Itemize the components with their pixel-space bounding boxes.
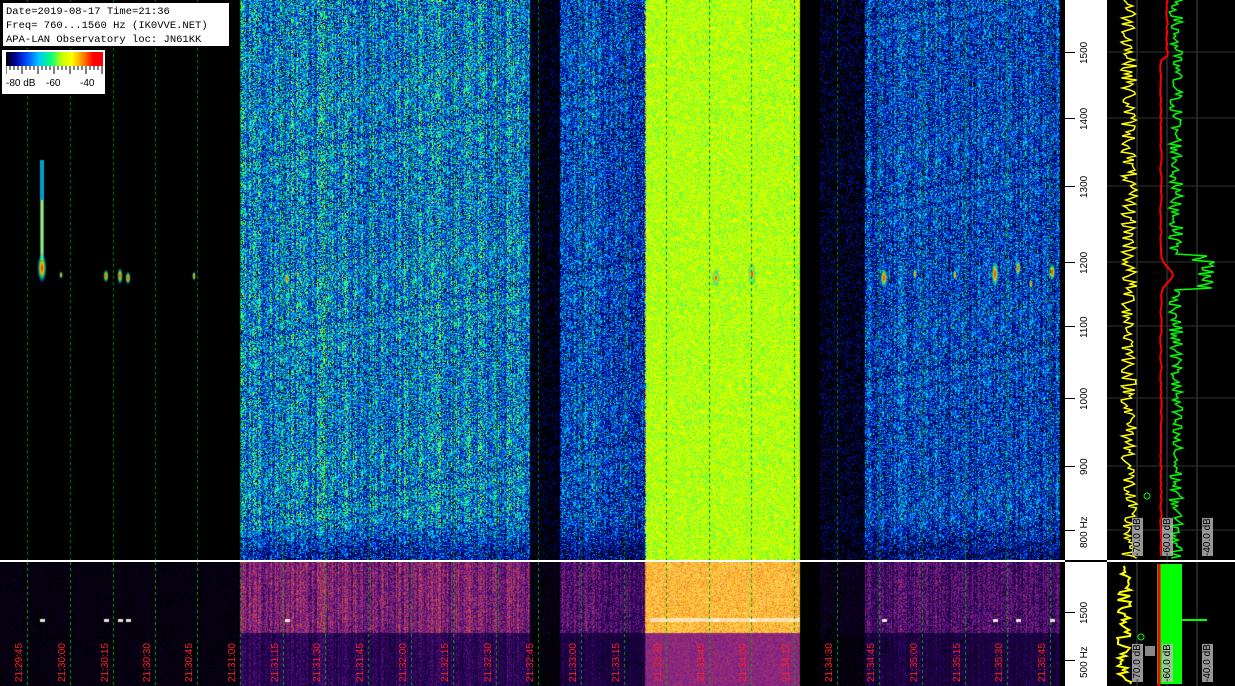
freq-axis-divider bbox=[1065, 560, 1107, 562]
scale-label-max: -40 bbox=[80, 78, 95, 89]
freq-tick-label: 500 Hz bbox=[1079, 646, 1090, 678]
freq-tick-label: 1000 bbox=[1079, 387, 1090, 410]
time-label: 21:34:30 bbox=[824, 643, 835, 682]
time-label: 21:32:45 bbox=[525, 643, 536, 682]
info-observatory: APA-LAN Observatory loc: JN61KK bbox=[6, 34, 202, 46]
freq-tick bbox=[1065, 660, 1075, 661]
info-date-time: Date=2019-08-17 Time=21:36 bbox=[6, 6, 170, 18]
time-label: 21:31:45 bbox=[355, 643, 366, 682]
time-label: 21:30:15 bbox=[100, 643, 111, 682]
spectrum-db-label-bottom: -40.0 dB bbox=[1202, 644, 1213, 682]
time-label: 21:33:15 bbox=[611, 643, 622, 682]
time-label: 21:33:30 bbox=[653, 643, 664, 682]
freq-tick-label: 800 Hz bbox=[1079, 516, 1090, 548]
grey-box-icon bbox=[1145, 646, 1155, 656]
time-label: 21:35:15 bbox=[952, 643, 963, 682]
time-label: 21:32:00 bbox=[398, 643, 409, 682]
freq-tick bbox=[1065, 530, 1075, 531]
time-label: 21:30:30 bbox=[142, 643, 153, 682]
freq-tick-label: 900 bbox=[1079, 458, 1090, 475]
freq-tick bbox=[1065, 186, 1075, 187]
time-label: 21:30:00 bbox=[57, 643, 68, 682]
time-label: 21:31:30 bbox=[312, 643, 323, 682]
frequency-axis: 1500 1400 1300 1200 1100 1000 900 800 Hz 1500 500… bbox=[1065, 0, 1107, 686]
freq-tick bbox=[1065, 52, 1075, 53]
freq-tick bbox=[1065, 612, 1075, 613]
spectrum-profile-panel: -70.0 dB -60.0 dB -40.0 dB -70.0 dB -60.0 dB… bbox=[1107, 0, 1235, 686]
freq-tick bbox=[1065, 118, 1075, 119]
time-label: 21:35:00 bbox=[909, 643, 920, 682]
color-scale-legend: -80 dB -60 -40 bbox=[2, 50, 105, 94]
freq-tick bbox=[1065, 466, 1075, 467]
freq-tick bbox=[1065, 398, 1075, 399]
spectrum-db-label: -60.0 dB bbox=[1162, 518, 1173, 556]
freq-tick-label: 1200 bbox=[1079, 251, 1090, 274]
time-label: 21:31:15 bbox=[270, 643, 281, 682]
freq-tick-label: 1100 bbox=[1079, 316, 1090, 338]
color-scale-ticks bbox=[6, 66, 103, 74]
freq-tick-label: 1500 bbox=[1079, 601, 1090, 624]
time-label: 21:32:30 bbox=[483, 643, 494, 682]
time-label: 21:34:45 bbox=[866, 643, 877, 682]
info-frequency: Freq= 760...1560 Hz (IK0VVE.NET) bbox=[6, 20, 208, 32]
scale-label-min: -80 dB bbox=[6, 78, 36, 89]
spectrum-db-label-bottom: -70.0 dB bbox=[1132, 644, 1143, 682]
time-label: 21:33:45 bbox=[696, 643, 707, 682]
time-label: 21:35:30 bbox=[994, 643, 1005, 682]
spectrogram-waterfall bbox=[0, 0, 1065, 560]
freq-tick bbox=[1065, 326, 1075, 327]
time-label: 21:30:45 bbox=[184, 643, 195, 682]
time-label: 21:32:15 bbox=[440, 643, 451, 682]
freq-tick-label: 1300 bbox=[1079, 175, 1090, 198]
time-label: 21:34:00 bbox=[738, 643, 749, 682]
time-label: 21:34:17 bbox=[781, 643, 792, 682]
spectrum-db-label-bottom: -60.0 dB bbox=[1162, 644, 1173, 682]
spectrum-db-label: -70.0 dB bbox=[1132, 518, 1143, 556]
time-label: 21:35:45 bbox=[1037, 643, 1048, 682]
freq-tick-label: 1400 bbox=[1079, 107, 1090, 130]
info-panel: Date=2019-08-17 Time=21:36 Freq= 760...1… bbox=[2, 2, 230, 47]
freq-tick bbox=[1065, 262, 1075, 263]
time-label: 21:29:45 bbox=[14, 643, 25, 682]
time-label: 21:31:00 bbox=[227, 643, 238, 682]
time-label: 21:33:00 bbox=[568, 643, 579, 682]
scale-label-mid: -60 bbox=[46, 78, 61, 89]
color-scale-bar bbox=[6, 52, 103, 66]
spectrum-db-label: -40.0 dB bbox=[1202, 518, 1213, 556]
freq-tick-label: 1500 bbox=[1079, 41, 1090, 64]
